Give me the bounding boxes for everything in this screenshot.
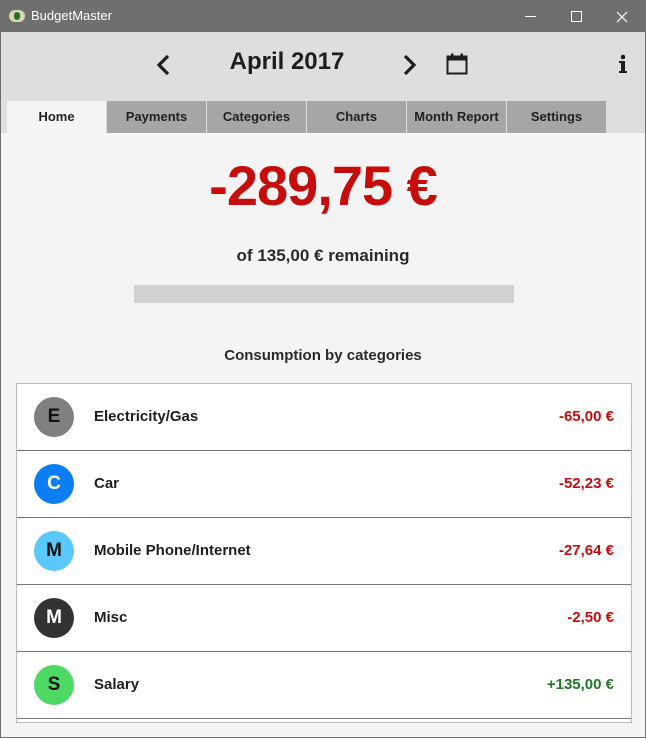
calendar-icon (446, 53, 468, 75)
info-button[interactable] (613, 52, 633, 76)
minimize-icon (524, 16, 536, 18)
category-avatar: M (34, 531, 74, 571)
category-amount: +135,00 € (546, 676, 614, 693)
category-row[interactable]: E Electricity/Gas -65,00 € (17, 384, 631, 451)
category-name: Car (94, 475, 120, 492)
window-title: BudgetMaster (31, 8, 112, 23)
tab-categories[interactable]: Categories (207, 101, 306, 133)
balance-amount: -289,75 € (209, 154, 438, 217)
tab-month-report[interactable]: Month Report (407, 101, 506, 133)
category-avatar: M (34, 598, 74, 638)
remaining-text: of 135,00 € remaining (236, 246, 410, 265)
category-avatar: E (34, 397, 74, 437)
next-month-button[interactable] (396, 52, 422, 78)
category-row[interactable]: M Mobile Phone/Internet -27,64 € (17, 518, 631, 585)
category-avatar: S (34, 665, 74, 705)
consumption-section-title: Consumption by categories (224, 347, 422, 364)
category-name: Mobile Phone/Internet (94, 542, 251, 559)
tab-payments[interactable]: Payments (107, 101, 206, 133)
minimize-button[interactable] (507, 1, 553, 32)
tab-charts[interactable]: Charts (307, 101, 406, 133)
category-row[interactable]: M Misc -2,50 € (17, 585, 631, 652)
chevron-right-icon (403, 54, 417, 76)
category-amount: -52,23 € (558, 475, 614, 492)
month-label: April 2017 (229, 48, 345, 75)
budget-progress-bar (134, 285, 514, 303)
category-row[interactable]: S Salary +135,00 € (17, 652, 631, 719)
tab-home[interactable]: Home (7, 101, 106, 133)
chevron-left-icon (156, 54, 170, 76)
title-bar[interactable]: BudgetMaster (1, 1, 645, 32)
maximize-button[interactable] (553, 1, 599, 32)
category-amount: -2,50 € (567, 609, 614, 626)
month-header: April 2017 Home Payments Categories Char… (1, 32, 645, 133)
category-list: E Electricity/Gas -65,00 € C Car -52,23 … (16, 383, 632, 723)
category-name: Misc (94, 609, 128, 626)
tab-bar: Home Payments Categories Charts Month Re… (7, 101, 607, 133)
previous-month-button[interactable] (151, 52, 177, 78)
category-avatar: C (34, 464, 74, 504)
category-amount: -27,64 € (558, 542, 614, 559)
category-row[interactable]: C Car -52,23 € (17, 451, 631, 518)
calendar-button[interactable] (445, 52, 469, 76)
tab-settings[interactable]: Settings (507, 101, 606, 133)
close-button[interactable] (599, 1, 645, 32)
category-amount: -65,00 € (558, 408, 614, 425)
info-icon (619, 54, 627, 73)
close-icon (616, 11, 628, 23)
category-name: Electricity/Gas (94, 408, 199, 425)
category-name: Salary (94, 676, 140, 693)
app-logo-icon (9, 10, 25, 22)
maximize-icon (570, 11, 582, 23)
app-window: BudgetMaster April 2017 Home Payments Ca… (0, 0, 646, 738)
